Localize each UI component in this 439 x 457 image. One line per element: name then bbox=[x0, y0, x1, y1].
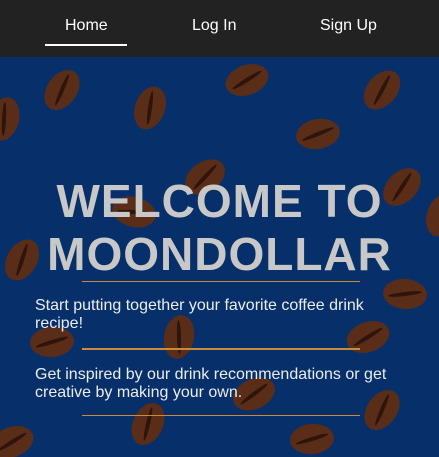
coffee-bean-icon bbox=[37, 63, 87, 117]
coffee-bean-icon bbox=[293, 115, 343, 153]
coffee-bean-icon bbox=[0, 420, 38, 457]
page: Home Log In Sign Up WELCOME TO MOONDOLLA… bbox=[0, 0, 439, 457]
coffee-bean-icon bbox=[0, 93, 25, 145]
coffee-bean-icon bbox=[288, 422, 336, 456]
divider bbox=[82, 348, 360, 350]
coffee-bean-icon bbox=[125, 397, 171, 451]
coffee-bean-icon bbox=[221, 58, 273, 102]
navbar: Home Log In Sign Up bbox=[0, 0, 439, 57]
nav-login-link[interactable]: Log In bbox=[192, 17, 236, 35]
inspiration-text: Get inspired by our drink recommendation… bbox=[35, 366, 387, 401]
intro-text: Start putting together your favorite cof… bbox=[35, 297, 364, 332]
nav-signup-link[interactable]: Sign Up bbox=[320, 17, 377, 35]
coffee-bean-icon bbox=[356, 63, 408, 117]
coffee-bean-icon bbox=[128, 82, 172, 134]
active-nav-indicator bbox=[45, 44, 127, 46]
divider bbox=[82, 415, 360, 416]
nav-home-link[interactable]: Home bbox=[65, 17, 108, 35]
page-title: WELCOME TO MOONDOLLAR bbox=[0, 175, 439, 281]
title-line-1: WELCOME TO bbox=[56, 175, 383, 227]
title-line-2: MOONDOLLAR bbox=[47, 228, 392, 280]
divider bbox=[82, 281, 360, 282]
